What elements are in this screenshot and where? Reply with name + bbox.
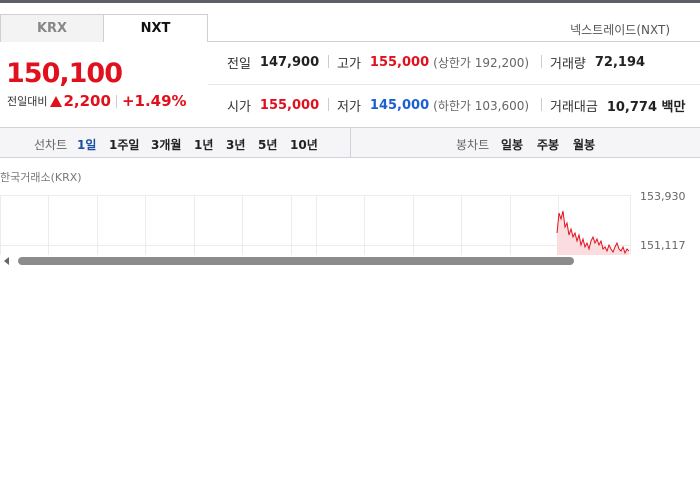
stat-value: 145,000 <box>369 98 430 113</box>
stat-divider <box>541 55 542 68</box>
exchange-name: 넥스트레이드(NXT) <box>570 23 670 37</box>
chart-svg <box>0 195 631 255</box>
y-tick-mid: 151,117 <box>640 239 686 252</box>
scroll-left-arrow-icon[interactable] <box>4 257 9 265</box>
period-1d[interactable]: 1일 <box>77 136 96 153</box>
chart-source: 한국거래소(KRX) <box>0 171 82 184</box>
stat-high: 고가 155,000 (상한가 192,200) <box>328 53 530 72</box>
stat-value: 10,774 백만 <box>606 100 686 115</box>
change-label: 전일대비 <box>7 95 48 108</box>
chart-grid <box>0 195 631 255</box>
lower-limit: (하한가 103,600) <box>433 99 530 113</box>
stats-divider <box>208 84 700 85</box>
top-border <box>0 0 700 3</box>
price-area-fill <box>557 211 629 255</box>
divider <box>115 94 117 108</box>
chart-toolbar: 선차트 1일 1주일 3개월 1년 3년 5년 10년 봉차트 일봉 주봉 월봉 <box>0 127 700 158</box>
current-price: 150,100 <box>6 58 123 89</box>
exchange-tabs: KRX NXT <box>0 14 208 42</box>
stat-label: 시가 <box>227 100 251 115</box>
upper-limit: (상한가 192,200) <box>433 56 530 70</box>
stat-label: 거래대금 <box>550 100 598 115</box>
stat-label: 고가 <box>337 57 361 72</box>
stat-open: 시가 155,000 <box>227 96 319 115</box>
period-monthly-candle[interactable]: 월봉 <box>573 136 595 153</box>
stat-label: 저가 <box>337 100 361 115</box>
period-10y[interactable]: 10년 <box>290 136 318 153</box>
price-stats: 전일 147,900 고가 155,000 (상한가 192,200) 거래량 … <box>208 42 700 127</box>
stat-label: 전일 <box>227 57 251 72</box>
price-chart: 153,930 151,117 <box>0 189 700 255</box>
period-3y[interactable]: 3년 <box>226 136 245 153</box>
chart-scrollbar[interactable] <box>0 256 700 268</box>
stat-label: 거래량 <box>550 57 586 72</box>
scroll-thumb[interactable] <box>18 257 574 265</box>
period-5y[interactable]: 5년 <box>258 136 277 153</box>
period-1w[interactable]: 1주일 <box>109 136 139 153</box>
change-percent: +1.49% <box>121 92 187 110</box>
stat-divider <box>541 98 542 111</box>
stat-value: 155,000 <box>259 98 320 113</box>
stat-amount: 거래대금 10,774 백만 <box>541 96 686 115</box>
candle-chart-label: 봉차트 <box>456 138 490 152</box>
stat-divider <box>328 55 329 68</box>
change-value: 2,200 <box>63 92 111 110</box>
y-tick-top: 153,930 <box>640 190 686 203</box>
up-arrow-icon <box>50 95 63 107</box>
stat-value: 147,900 <box>259 55 320 70</box>
stat-prev-close: 전일 147,900 <box>227 53 319 72</box>
stat-divider <box>328 98 329 111</box>
price-value: 150,100 <box>6 58 123 89</box>
toolbar-divider <box>350 128 351 157</box>
period-daily-candle[interactable]: 일봉 <box>501 136 523 153</box>
period-3m[interactable]: 3개월 <box>151 136 181 153</box>
stat-value: 155,000 <box>369 55 430 70</box>
stat-value: 72,194 <box>594 55 646 70</box>
tab-krx[interactable]: KRX <box>0 14 104 42</box>
tab-nxt[interactable]: NXT <box>104 14 208 42</box>
stat-low: 저가 145,000 (하한가 103,600) <box>328 96 530 115</box>
period-1y[interactable]: 1년 <box>194 136 213 153</box>
period-weekly-candle[interactable]: 주봉 <box>537 136 559 153</box>
line-chart-label: 선차트 <box>34 138 68 152</box>
price-change: 전일대비 2,200 +1.49% <box>7 92 187 110</box>
stat-volume: 거래량 72,194 <box>541 53 646 72</box>
